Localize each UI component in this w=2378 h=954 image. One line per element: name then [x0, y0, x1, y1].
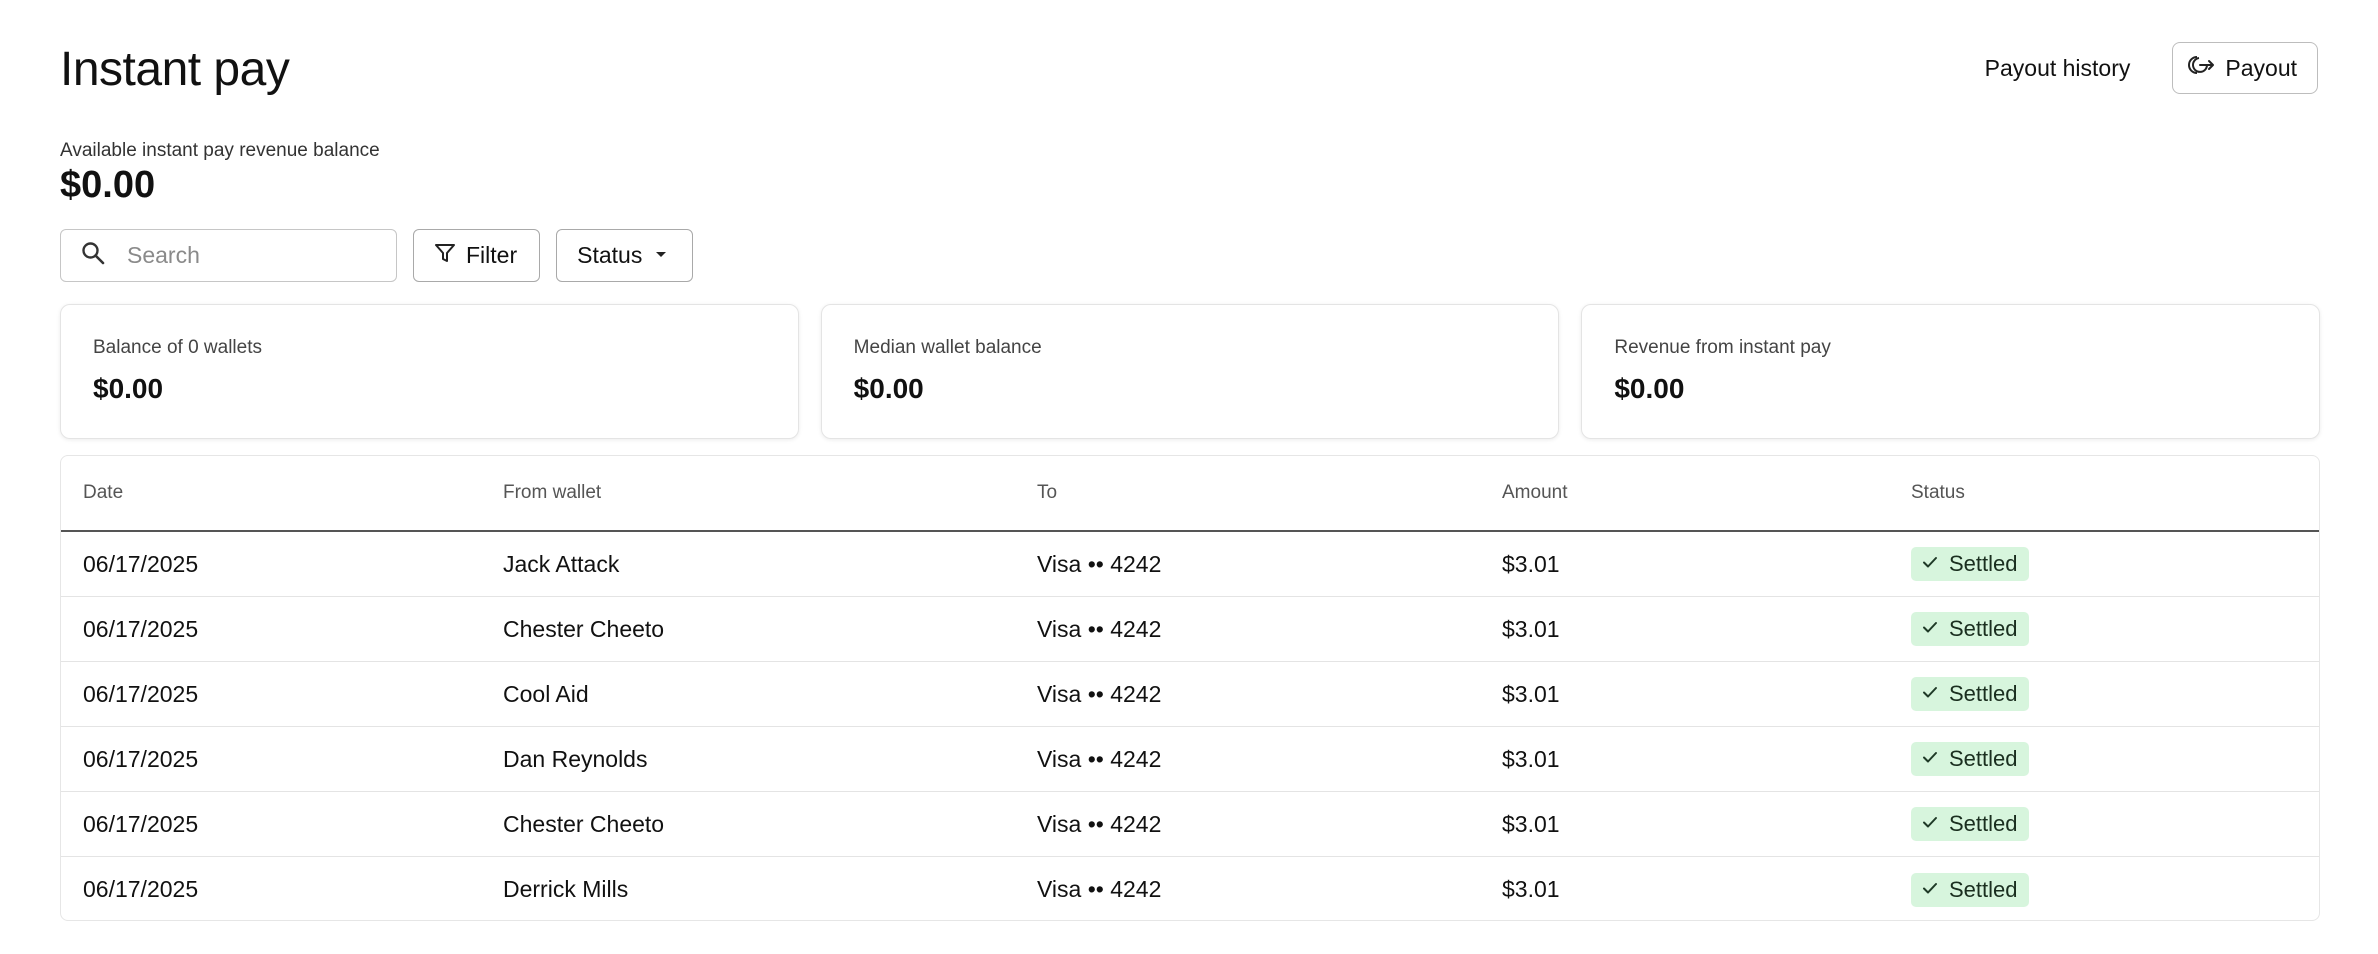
payout-history-link[interactable]: Payout history	[1969, 43, 2147, 94]
status-badge-label: Settled	[1949, 551, 2018, 576]
card-value: $0.00	[1614, 373, 1685, 404]
filter-icon	[434, 242, 456, 270]
card-label: Balance of 0 wallets	[93, 337, 262, 358]
status-badge-label: Settled	[1949, 811, 2018, 836]
page-header: Instant pay Payout history Payout	[60, 40, 2318, 100]
table-row[interactable]: 06/17/2025 Dan Reynolds Visa •• 4242 $3.01 S…	[61, 727, 2319, 792]
check-icon	[1921, 616, 1939, 642]
status-badge-label: Settled	[1949, 616, 2018, 641]
search-input[interactable]: Search	[60, 229, 397, 282]
cell-from-wallet: Derrick Mills	[503, 876, 629, 902]
cell-to: Visa •• 4242	[1037, 745, 1162, 772]
status-badge: Settled	[1911, 807, 2029, 841]
table-row[interactable]: 06/17/2025 Chester Cheeto Visa •• 4242 $3.0…	[61, 597, 2319, 662]
cell-status: Settled	[1911, 677, 2029, 711]
status-badge-label: Settled	[1949, 746, 2018, 771]
balance-label: Available instant pay revenue balance	[60, 140, 380, 161]
status-badge: Settled	[1911, 547, 2029, 581]
cell-date: 06/17/2025	[83, 745, 199, 772]
status-badge-label: Settled	[1949, 876, 2018, 902]
cell-to: Visa •• 4242	[1037, 680, 1162, 707]
cell-from-wallet: Dan Reynolds	[503, 745, 648, 772]
cell-date: 06/17/2025	[83, 680, 199, 707]
cell-date: 06/17/2025	[83, 876, 199, 902]
status-dropdown-label: Status	[577, 242, 643, 268]
header-actions: Payout history Payout	[1969, 42, 2318, 94]
cell-status: Settled	[1911, 612, 2029, 646]
check-icon	[1921, 746, 1939, 772]
table-header: Date From wallet To Amount Status	[61, 456, 2319, 532]
cell-status: Settled	[1911, 807, 2029, 841]
cell-to: Visa •• 4242	[1037, 615, 1162, 642]
summary-cards: Balance of 0 wallets $0.00 Median wallet…	[60, 304, 2321, 439]
column-header-to[interactable]: To	[1037, 482, 1057, 504]
cell-to: Visa •• 4242	[1037, 876, 1162, 902]
cell-date: 06/17/2025	[83, 615, 199, 642]
page-title: Instant pay	[60, 43, 290, 96]
status-badge-label: Settled	[1949, 681, 2018, 706]
cell-amount: $3.01	[1502, 810, 1560, 837]
table-row[interactable]: 06/17/2025 Jack Attack Visa •• 4242 $3.01 Se…	[61, 532, 2319, 597]
cell-status: Settled	[1911, 872, 2029, 907]
payout-button[interactable]: Payout	[2172, 42, 2318, 94]
status-dropdown[interactable]: Status	[556, 229, 694, 282]
search-placeholder: Search	[127, 242, 200, 268]
check-icon	[1921, 877, 1939, 903]
toolbar: Search Filter Status	[60, 229, 694, 282]
cell-status: Settled	[1911, 742, 2029, 776]
payout-icon	[2187, 54, 2217, 82]
table-row[interactable]: 06/17/2025 Cool Aid Visa •• 4242 $3.01 Settl…	[61, 662, 2319, 727]
cell-date: 06/17/2025	[83, 810, 199, 837]
card-label: Revenue from instant pay	[1614, 337, 1831, 358]
revenue-card: Revenue from instant pay $0.00	[1581, 304, 2321, 439]
status-badge: Settled	[1911, 742, 2029, 776]
cell-from-wallet: Jack Attack	[503, 550, 620, 577]
payouts-table: Date From wallet To Amount Status 06/17/…	[60, 455, 2320, 921]
table-body: 06/17/2025 Jack Attack Visa •• 4242 $3.01 Se…	[61, 532, 2319, 920]
cell-amount: $3.01	[1502, 550, 1560, 577]
check-icon	[1921, 811, 1939, 837]
median-balance-card: Median wallet balance $0.00	[820, 304, 1560, 439]
cell-amount: $3.01	[1502, 745, 1560, 772]
wallets-balance-card: Balance of 0 wallets $0.00	[60, 304, 799, 439]
cell-date: 06/17/2025	[83, 550, 199, 577]
filter-button[interactable]: Filter	[413, 229, 541, 282]
table-row[interactable]: 06/17/2025 Derrick Mills Visa •• 4242 $3.01…	[61, 857, 2319, 920]
cell-from-wallet: Chester Cheeto	[503, 615, 665, 642]
status-badge: Settled	[1911, 677, 2029, 711]
column-header-status[interactable]: Status	[1911, 482, 1965, 504]
column-header-date[interactable]: Date	[83, 482, 123, 504]
cell-amount: $3.01	[1502, 876, 1560, 902]
cell-from-wallet: Cool Aid	[503, 680, 589, 707]
balance-value: $0.00	[60, 164, 156, 206]
caret-down-icon	[652, 242, 670, 269]
check-icon	[1921, 681, 1939, 707]
cell-from-wallet: Chester Cheeto	[503, 810, 665, 837]
card-label: Median wallet balance	[853, 337, 1042, 358]
status-badge: Settled	[1911, 612, 2029, 646]
cell-amount: $3.01	[1502, 680, 1560, 707]
cell-status: Settled	[1911, 547, 2029, 581]
column-header-from-wallet[interactable]: From wallet	[503, 482, 601, 504]
card-value: $0.00	[853, 373, 924, 404]
cell-amount: $3.01	[1502, 615, 1560, 642]
cell-to: Visa •• 4242	[1037, 550, 1162, 577]
cell-to: Visa •• 4242	[1037, 810, 1162, 837]
column-header-amount[interactable]: Amount	[1502, 482, 1567, 504]
card-value: $0.00	[93, 373, 164, 404]
status-badge: Settled	[1911, 872, 2029, 907]
search-icon	[81, 241, 105, 270]
filter-button-label: Filter	[466, 242, 518, 268]
check-icon	[1921, 551, 1939, 577]
payout-button-label: Payout	[2225, 54, 2297, 81]
table-row[interactable]: 06/17/2025 Chester Cheeto Visa •• 4242 $3.0…	[61, 792, 2319, 857]
